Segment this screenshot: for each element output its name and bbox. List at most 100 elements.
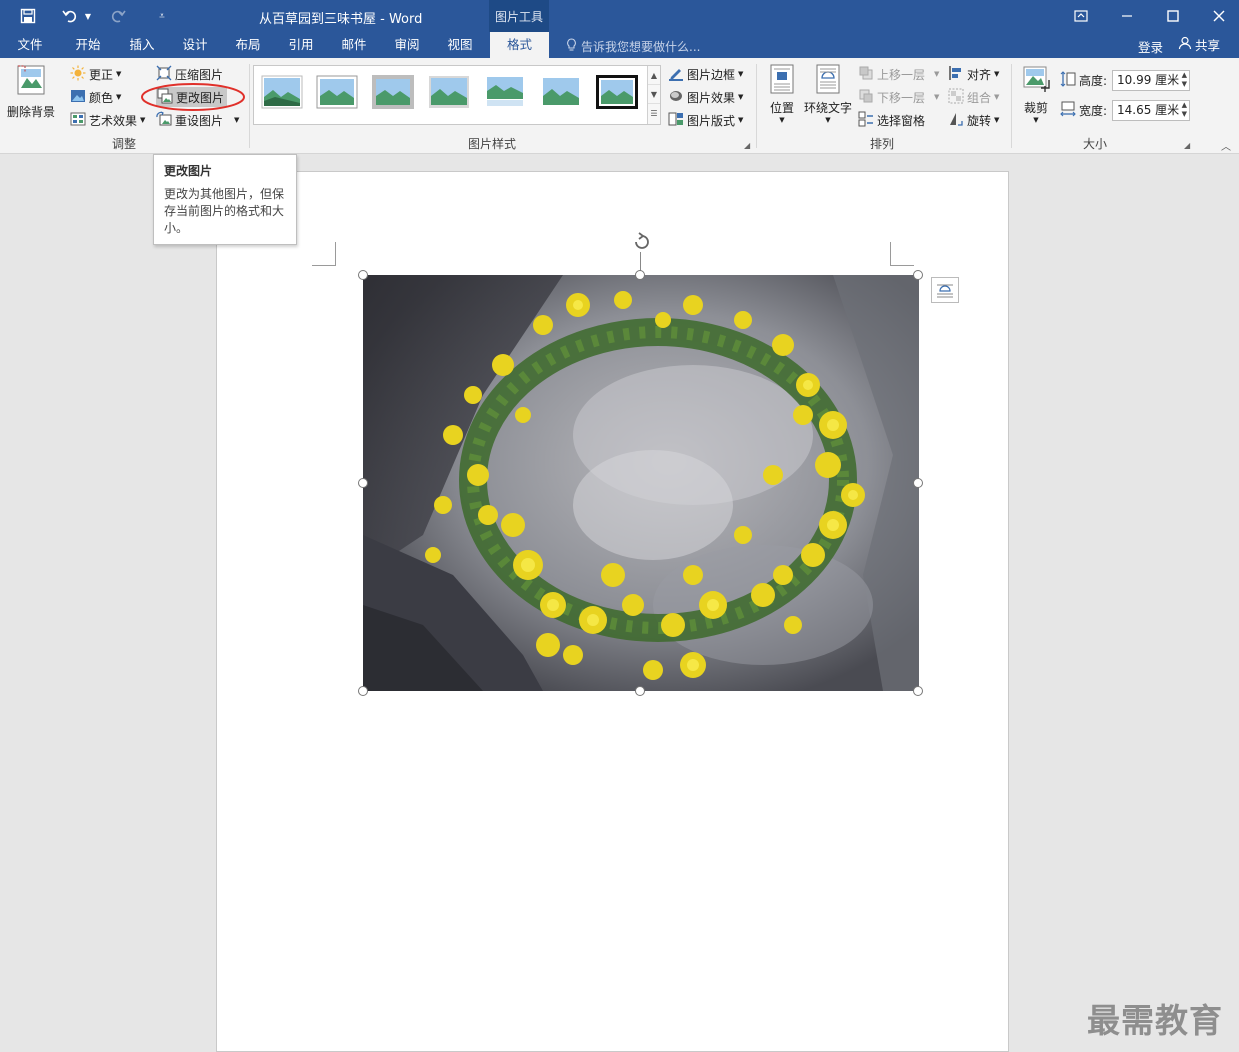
redo-icon[interactable] xyxy=(108,6,128,26)
ribbon: 删除背景 更正 ▼ 颜色 ▼ 艺术效果 ▼ 压缩图片 更改图片 重设图片 ▼ 调… xyxy=(0,58,1239,154)
width-icon xyxy=(1060,101,1076,120)
picture-effects-icon xyxy=(668,88,684,107)
chevron-down-icon: ▼ xyxy=(825,116,831,124)
tab-home[interactable]: 开始 xyxy=(64,32,112,58)
chevron-down-icon: ▼ xyxy=(994,93,1000,101)
rotate-handle-icon[interactable] xyxy=(630,230,654,254)
close-icon[interactable] xyxy=(1196,0,1239,32)
tab-design[interactable]: 设计 xyxy=(171,32,219,58)
resize-handle-left[interactable] xyxy=(358,478,368,488)
artistic-effects-button[interactable]: 艺术效果 ▼ xyxy=(70,110,145,130)
style-thumb-6[interactable] xyxy=(540,75,582,109)
position-label: 位置 xyxy=(769,101,794,115)
color-button[interactable]: 颜色 ▼ xyxy=(70,87,121,107)
gallery-more-icon[interactable]: ☰ xyxy=(648,104,660,123)
selected-picture[interactable] xyxy=(363,275,919,691)
send-backward-button[interactable]: 下移一层 ▼ xyxy=(858,87,939,107)
gallery-up-icon[interactable]: ▲ xyxy=(648,66,660,85)
gallery-down-icon[interactable]: ▼ xyxy=(648,85,660,104)
wrap-text-button[interactable]: 环绕文字 ▼ xyxy=(802,64,854,124)
crop-button[interactable]: 裁剪 ▼ xyxy=(1018,64,1054,124)
style-thumb-2[interactable] xyxy=(316,75,358,109)
selection-pane-button[interactable]: 选择窗格 xyxy=(858,110,925,130)
login-link[interactable]: 登录 xyxy=(1138,37,1163,56)
style-thumb-7[interactable] xyxy=(596,75,638,109)
gallery-scroll[interactable]: ▲ ▼ ☰ xyxy=(647,66,660,124)
resize-handle-top-right[interactable] xyxy=(913,270,923,280)
corrections-button[interactable]: 更正 ▼ xyxy=(70,64,121,84)
picture-effects-button[interactable]: 图片效果 ▼ xyxy=(668,87,743,107)
align-label: 对齐 xyxy=(967,67,992,82)
tab-review[interactable]: 审阅 xyxy=(383,32,431,58)
compress-icon xyxy=(156,65,172,84)
height-input[interactable]: 10.99 厘米 ▲ ▼ xyxy=(1112,70,1190,91)
collapse-ribbon-icon[interactable]: ︿ xyxy=(1221,138,1231,153)
color-picture-icon xyxy=(70,88,86,107)
layout-options-button[interactable] xyxy=(931,277,959,303)
resize-handle-top-left[interactable] xyxy=(358,270,368,280)
remove-background-button[interactable]: 删除背景 xyxy=(4,64,58,120)
tab-mailings[interactable]: 邮件 xyxy=(330,32,378,58)
height-label: 高度: xyxy=(1079,73,1108,88)
margin-mark-top-right xyxy=(890,242,914,266)
height-label-group: 高度: xyxy=(1060,70,1107,90)
width-input[interactable]: 14.65 厘米 ▲ ▼ xyxy=(1112,100,1190,121)
width-spinner[interactable]: ▲ ▼ xyxy=(1182,101,1187,119)
tab-insert[interactable]: 插入 xyxy=(118,32,166,58)
minimize-icon[interactable] xyxy=(1104,0,1150,32)
group-button[interactable]: 组合 ▼ xyxy=(948,87,999,107)
style-thumb-5[interactable] xyxy=(484,75,526,109)
style-thumb-4[interactable] xyxy=(428,75,470,109)
size-dialog-launcher-icon[interactable]: ◢ xyxy=(1184,141,1190,150)
resize-handle-bottom[interactable] xyxy=(635,686,645,696)
adjust-group-label: 调整 xyxy=(111,137,136,151)
chevron-down-icon: ▼ xyxy=(934,70,940,78)
picture-border-button[interactable]: 图片边框 ▼ xyxy=(668,64,743,84)
ribbon-display-options-icon[interactable] xyxy=(1058,0,1104,32)
undo-icon[interactable] xyxy=(60,6,80,26)
styles-dialog-launcher-icon[interactable]: ◢ xyxy=(744,141,750,150)
tell-me-box[interactable]: 告诉我您想要做什么... xyxy=(566,38,700,55)
share-button[interactable]: 共享 xyxy=(1178,35,1220,54)
chevron-down-icon: ▼ xyxy=(234,116,240,124)
width-label: 宽度: xyxy=(1079,103,1108,118)
tab-references[interactable]: 引用 xyxy=(277,32,325,58)
compress-pictures-button[interactable]: 压缩图片 xyxy=(156,64,223,84)
arrange-group-label: 排列 xyxy=(869,137,894,151)
tab-file[interactable]: 文件 xyxy=(6,32,54,58)
style-thumb-3[interactable] xyxy=(372,75,414,109)
resize-handle-bottom-left[interactable] xyxy=(358,686,368,696)
undo-dropdown-icon[interactable]: ▼ xyxy=(82,6,94,26)
position-icon xyxy=(770,64,794,97)
style-thumb-1[interactable] xyxy=(261,75,303,109)
wrap-text-icon xyxy=(816,64,840,97)
chevron-down-icon: ▼ xyxy=(1033,116,1039,124)
reset-picture-icon xyxy=(156,110,172,130)
flower-wreath-photo xyxy=(363,275,919,691)
picture-layout-label: 图片版式 xyxy=(687,113,736,128)
tab-format[interactable]: 格式 xyxy=(490,32,549,58)
maximize-icon[interactable] xyxy=(1150,0,1196,32)
customize-toolbar-icon[interactable]: ⩡ xyxy=(154,6,170,26)
color-label: 颜色 xyxy=(89,90,114,105)
selection-pane-label: 选择窗格 xyxy=(877,113,926,128)
rotate-button[interactable]: 旋转 ▼ xyxy=(948,110,999,130)
height-spinner[interactable]: ▲ ▼ xyxy=(1182,71,1187,89)
document-title: 从百草园到三味书屋 - Word xyxy=(259,12,423,27)
picture-styles-gallery[interactable]: ▲ ▼ ☰ xyxy=(253,65,661,125)
chevron-down-icon: ▼ xyxy=(994,70,1000,78)
resize-handle-top[interactable] xyxy=(635,270,645,280)
align-button[interactable]: 对齐 ▼ xyxy=(948,64,999,84)
position-button[interactable]: 位置 ▼ xyxy=(764,64,800,124)
resize-handle-bottom-right[interactable] xyxy=(913,686,923,696)
resize-handle-right[interactable] xyxy=(913,478,923,488)
chevron-down-icon: ▼ xyxy=(934,93,940,101)
bring-forward-button[interactable]: 上移一层 ▼ xyxy=(858,64,939,84)
title-bar: ▼ ⩡ 从百草园到三味书屋 - Word 图片工具 xyxy=(0,0,1239,32)
picture-layout-button[interactable]: 图片版式 ▼ xyxy=(668,110,743,130)
picture-effects-label: 图片效果 xyxy=(687,90,736,105)
reset-picture-button[interactable]: 重设图片 ▼ xyxy=(156,110,239,130)
save-icon[interactable] xyxy=(18,6,38,26)
tab-view[interactable]: 视图 xyxy=(436,32,484,58)
tab-layout[interactable]: 布局 xyxy=(224,32,272,58)
